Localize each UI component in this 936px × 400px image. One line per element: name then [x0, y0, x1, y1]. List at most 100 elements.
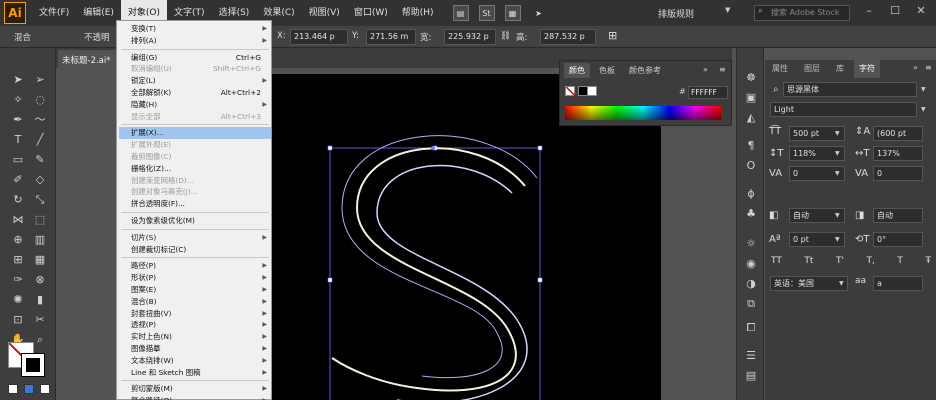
object-menu-item[interactable]: 混合(B) ▶: [131, 296, 271, 308]
object-menu-item[interactable]: 透视(P) ▶: [131, 319, 271, 331]
slice-tool-icon[interactable]: ✂: [32, 312, 48, 328]
line-tool-icon[interactable]: ╱: [32, 132, 48, 148]
object-menu-item[interactable]: 图像描摹 ▶: [131, 343, 271, 355]
auto-spacing-field[interactable]: 自动: [873, 208, 923, 223]
eraser-icon[interactable]: ◇: [32, 172, 48, 188]
object-menu-item[interactable]: 变换(T) ▶: [131, 23, 271, 35]
chevron-down-icon[interactable]: ▼: [839, 280, 844, 287]
rectangle-tool-icon[interactable]: ▭: [10, 152, 26, 168]
workspace-switcher[interactable]: 排版规则: [658, 7, 694, 20]
white-swatch[interactable]: [587, 86, 597, 96]
menu-item-8[interactable]: 帮助(H): [395, 0, 441, 26]
brushes-icon[interactable]: ɸ: [743, 186, 759, 202]
object-menu-item[interactable]: 锁定(L) ▶: [131, 75, 271, 87]
eyedropper-icon[interactable]: ✑: [10, 272, 26, 288]
artboards-icon[interactable]: ⧠: [743, 320, 759, 336]
panel-collapse-icon[interactable]: »: [913, 63, 918, 72]
object-menu-item[interactable]: 设为像素级优化(M): [131, 215, 271, 227]
selection-tool-icon[interactable]: ➤: [10, 72, 26, 88]
appearance-icon[interactable]: ◭: [743, 110, 759, 126]
color-mode-icon[interactable]: [8, 384, 18, 394]
height-field[interactable]: 287.532 p: [540, 29, 596, 45]
type-style-button[interactable]: TT: [771, 256, 782, 270]
object-menu-item[interactable]: 取消编组(U) Shift+Ctrl+G: [131, 63, 271, 75]
none-swatch[interactable]: [565, 86, 576, 97]
chevron-down-icon[interactable]: ▼: [835, 170, 840, 177]
document-tab[interactable]: 未标题-2.ai*: [58, 50, 116, 68]
object-menu-item[interactable]: 扩展(X)...: [119, 127, 271, 140]
transform-icon[interactable]: ⊞: [608, 29, 617, 42]
object-menu-item[interactable]: 编组(G) Ctrl+G: [131, 52, 271, 64]
type-tool-icon[interactable]: T: [10, 132, 26, 148]
perspective-grid-icon[interactable]: ▥: [32, 232, 48, 248]
stroke-swatch[interactable]: [21, 353, 45, 377]
object-menu-item[interactable]: 复合路径(O) ▶: [131, 395, 271, 400]
width-tool-icon[interactable]: ⋈: [10, 212, 26, 228]
stroke-icon[interactable]: ☼: [743, 236, 759, 252]
opentype-icon[interactable]: O: [743, 158, 759, 174]
object-menu-item[interactable]: 形状(P) ▶: [131, 272, 271, 284]
scale-icon[interactable]: ⤡: [32, 192, 48, 208]
menu-item-1[interactable]: 编辑(E): [76, 0, 121, 26]
object-menu-item[interactable]: 创建对象马赛克(J)...: [131, 186, 271, 198]
leading-field[interactable]: (600 pt: [873, 126, 923, 141]
character-panel-tab[interactable]: 库: [831, 60, 849, 78]
magic-wand-icon[interactable]: ✧: [10, 92, 26, 108]
artboard-tool-icon[interactable]: ⊡: [10, 312, 26, 328]
direct-selection-icon[interactable]: ➢: [32, 72, 48, 88]
type-style-button[interactable]: Tt: [804, 256, 813, 270]
type-style-button[interactable]: Ŧ: [925, 256, 931, 270]
color-spectrum-slider[interactable]: [565, 106, 721, 120]
object-menu-item[interactable]: 文本绕排(W) ▶: [131, 355, 271, 367]
object-menu-item[interactable]: 显示全部 Alt+Ctrl+3: [131, 111, 271, 123]
character-panel-tab[interactable]: 图层: [799, 60, 825, 78]
link-icon[interactable]: ⛓: [500, 31, 511, 41]
close-icon[interactable]: ✕: [910, 4, 932, 20]
character-panel-tab[interactable]: 字符: [854, 60, 880, 78]
none-mode-icon[interactable]: [40, 384, 50, 394]
blend-tool-icon[interactable]: ⊗: [32, 272, 48, 288]
curvature-icon[interactable]: 〜: [32, 112, 48, 128]
type-style-button[interactable]: T': [836, 256, 844, 270]
tracking-field[interactable]: 0: [873, 166, 923, 181]
object-menu-item[interactable]: 隐藏(H) ▶: [131, 99, 271, 111]
width-field[interactable]: 225.932 p: [444, 29, 496, 45]
object-menu-item[interactable]: 栅格化(Z)...: [131, 163, 271, 175]
object-menu-item[interactable]: 封套扭曲(V) ▶: [131, 308, 271, 320]
object-menu-item[interactable]: 扩展外观(E): [131, 139, 271, 151]
x-position-field[interactable]: 213.464 p: [290, 29, 348, 45]
shaper-icon[interactable]: ✐: [10, 172, 26, 188]
object-menu-item[interactable]: 路径(P) ▶: [131, 260, 271, 272]
layers-icon[interactable]: ⧉: [743, 296, 759, 312]
rotation-field[interactable]: 0°: [873, 232, 923, 247]
object-menu-item[interactable]: 创建渐变网格(D)...: [131, 175, 271, 187]
pen-tool-icon[interactable]: ✒: [10, 112, 26, 128]
transparency-icon[interactable]: ◑: [743, 276, 759, 292]
object-menu-item[interactable]: 排列(A) ▶: [131, 35, 271, 47]
chevron-down-icon[interactable]: ▼: [835, 236, 840, 243]
object-menu-item[interactable]: 切片(S) ▶: [131, 232, 271, 244]
gradient-mode-icon[interactable]: [24, 384, 34, 394]
panel-collapse-icon[interactable]: »: [703, 65, 708, 74]
lasso-icon[interactable]: ◌: [32, 92, 48, 108]
align-icon[interactable]: ☰: [743, 348, 759, 364]
color-panel-tab[interactable]: 颜色参考: [624, 63, 666, 78]
object-menu-item[interactable]: Line 和 Sketch 图稿 ▶: [131, 367, 271, 379]
shape-builder-icon[interactable]: ⊕: [10, 232, 26, 248]
chevron-down-icon[interactable]: ▼: [921, 86, 926, 93]
bridge-icon[interactable]: ▤: [452, 5, 469, 21]
y-position-field[interactable]: 271.56 m: [366, 29, 416, 45]
panel-menu-icon[interactable]: ≡: [719, 65, 726, 74]
chevron-down-icon[interactable]: ▼: [835, 130, 840, 137]
panel-menu-icon[interactable]: ≡: [925, 63, 932, 72]
chevron-down-icon[interactable]: ▼: [835, 212, 840, 219]
column-graph-icon[interactable]: ▮: [32, 292, 48, 308]
gradient-icon[interactable]: ▦: [32, 252, 48, 268]
chevron-down-icon[interactable]: ▼: [835, 150, 840, 157]
mesh-icon[interactable]: ⊞: [10, 252, 26, 268]
paintbrush-icon[interactable]: ✎: [32, 152, 48, 168]
object-menu-item[interactable]: 图案(E) ▶: [131, 284, 271, 296]
menu-item-0[interactable]: 文件(F): [32, 0, 76, 26]
maximize-icon[interactable]: ☐: [884, 4, 906, 20]
minimize-icon[interactable]: –: [858, 4, 880, 20]
